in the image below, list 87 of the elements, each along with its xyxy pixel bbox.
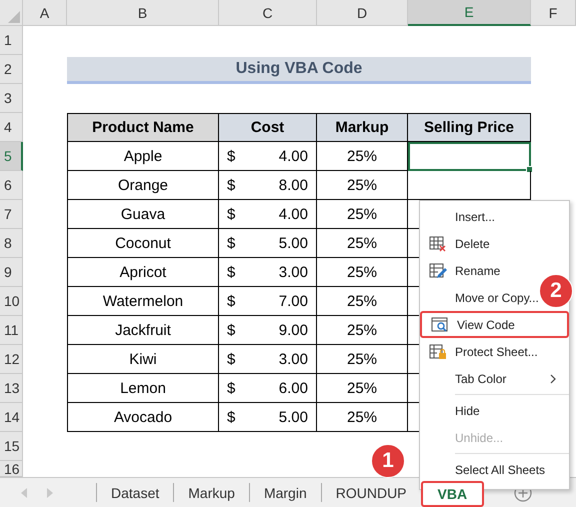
cost-value: 5.00 xyxy=(278,408,308,426)
column-header[interactable]: E xyxy=(408,0,531,26)
sheet-tab[interactable]: VBA xyxy=(420,481,484,507)
currency-symbol: $ xyxy=(227,206,236,222)
row-header[interactable]: 15 xyxy=(0,432,23,461)
table-cell: 25% xyxy=(317,229,408,258)
table-cell: Kiwi xyxy=(67,345,219,374)
cost-value: 4.00 xyxy=(278,148,308,164)
currency-symbol: $ xyxy=(227,264,236,280)
row-header[interactable]: 16 xyxy=(0,461,23,477)
step-badge: 1 xyxy=(371,444,405,478)
column-header[interactable]: C xyxy=(219,0,317,26)
menu-item[interactable]: Delete xyxy=(420,230,539,257)
table-cell: Orange xyxy=(67,171,219,200)
table-pencil-icon xyxy=(428,262,446,278)
table-cell: 25% xyxy=(317,200,408,229)
row-header[interactable]: 6 xyxy=(0,171,23,200)
menu-item[interactable]: Tab Color xyxy=(420,365,569,392)
row-header[interactable]: 13 xyxy=(0,374,23,403)
column-header[interactable]: B xyxy=(67,0,219,26)
table-header-cell: Product Name xyxy=(67,113,219,142)
cost-value: 8.00 xyxy=(278,176,308,194)
row-header[interactable]: 8 xyxy=(0,229,23,258)
currency-symbol: $ xyxy=(227,176,236,194)
table-cell: 25% xyxy=(317,316,408,345)
table-cell: 25% xyxy=(317,287,408,316)
table-cell: Apricot xyxy=(67,258,219,287)
cost-value: 9.00 xyxy=(278,322,308,338)
table-cell: Watermelon xyxy=(67,287,219,316)
currency-symbol: $ xyxy=(227,380,236,396)
table-cell: 25% xyxy=(317,374,408,403)
currency-symbol: $ xyxy=(227,350,236,368)
menu-item[interactable]: Protect Sheet... xyxy=(420,338,539,365)
triangle-icon xyxy=(8,11,20,23)
row-header[interactable]: 9 xyxy=(0,258,23,287)
cost-value: 3.00 xyxy=(278,350,308,368)
table-cell: 25% xyxy=(317,403,408,432)
table-cell: 25% xyxy=(317,258,408,287)
cost-value: 5.00 xyxy=(278,234,308,252)
table-cell: Apple xyxy=(67,142,219,171)
cost-value: 3.00 xyxy=(278,264,308,280)
cost-value: 6.00 xyxy=(278,380,308,396)
table-cell: Coconut xyxy=(67,229,219,258)
table-cell: Avocado xyxy=(67,403,219,432)
sheet-tab[interactable]: Markup xyxy=(173,483,249,502)
cost-value: 4.00 xyxy=(278,206,308,222)
row-header[interactable]: 5 xyxy=(0,142,23,171)
view-code-icon xyxy=(430,316,448,332)
menu-item[interactable]: Hide xyxy=(420,397,539,424)
table-cell[interactable] xyxy=(408,142,531,171)
sheet-title: Using VBA Code xyxy=(67,57,531,84)
row-header[interactable]: 1 xyxy=(0,26,23,55)
row-header[interactable]: 3 xyxy=(0,84,23,113)
table-header-cell: Markup xyxy=(317,113,408,142)
sheet-tab[interactable]: Dataset xyxy=(96,483,174,502)
menu-item[interactable]: View Code xyxy=(420,311,569,338)
column-header[interactable]: F xyxy=(531,0,576,26)
table-cell: Lemon xyxy=(67,374,219,403)
row-header[interactable]: 11 xyxy=(0,316,23,345)
column-header[interactable]: A xyxy=(23,0,67,26)
table-cell: 25% xyxy=(317,142,408,171)
currency-symbol: $ xyxy=(227,322,236,338)
table-cell: Guava xyxy=(67,200,219,229)
menu-item[interactable]: Insert... xyxy=(420,203,539,230)
table-cell: Jackfruit xyxy=(67,316,219,345)
table-header-cell: Cost xyxy=(219,113,317,142)
menu-item[interactable]: Rename xyxy=(420,257,539,284)
currency-symbol: $ xyxy=(227,408,236,426)
table-cell: 25% xyxy=(317,171,408,200)
currency-symbol: $ xyxy=(227,292,236,310)
row-header[interactable]: 2 xyxy=(0,55,23,84)
table-header-cell: Selling Price xyxy=(408,113,531,142)
table-delete-icon xyxy=(428,236,446,252)
row-header[interactable]: 12 xyxy=(0,345,23,374)
table-cell: 25% xyxy=(317,345,408,374)
currency-symbol: $ xyxy=(227,234,236,252)
sheet-tab[interactable]: Margin xyxy=(248,483,321,502)
cost-value: 7.00 xyxy=(278,292,308,310)
menu-item[interactable]: Move or Copy... xyxy=(420,284,539,311)
currency-symbol: $ xyxy=(227,148,236,164)
row-header[interactable]: 10 xyxy=(0,287,23,316)
table-lock-icon xyxy=(428,344,446,360)
row-header[interactable]: 14 xyxy=(0,403,23,432)
column-header[interactable]: D xyxy=(317,0,408,26)
menu-item[interactable]: Select All Sheets xyxy=(420,456,546,483)
row-header[interactable]: 4 xyxy=(0,113,23,142)
row-header[interactable]: 7 xyxy=(0,200,23,229)
